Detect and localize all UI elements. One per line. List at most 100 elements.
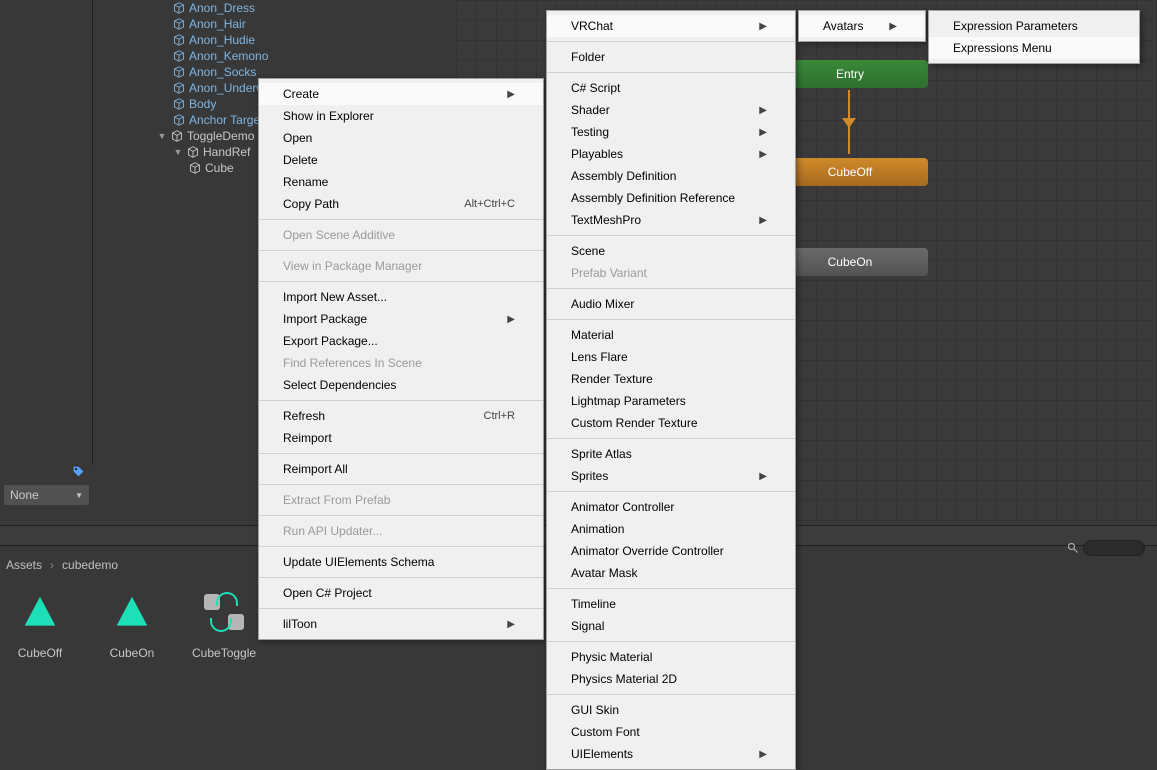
menu-item[interactable]: Animation — [547, 518, 795, 540]
menu-item-label: Assembly Definition — [571, 169, 676, 183]
menu-item-label: Expression Parameters — [953, 19, 1078, 33]
menu-item[interactable]: GUI Skin — [547, 699, 795, 721]
menu-item[interactable]: Lens Flare — [547, 346, 795, 368]
menu-item-label: Import New Asset... — [283, 290, 387, 304]
breadcrumb[interactable]: Assets › cubedemo — [6, 558, 118, 572]
menu-item[interactable]: Assembly Definition — [547, 165, 795, 187]
menu-item[interactable]: Signal — [547, 615, 795, 637]
hierarchy-item[interactable]: Anon_Kemono — [93, 48, 456, 64]
menu-item-label: TextMeshPro — [571, 213, 641, 227]
menu-item[interactable]: Create ▶ — [259, 83, 543, 105]
menu-item[interactable]: Delete — [259, 149, 543, 171]
menu-item[interactable]: Audio Mixer — [547, 293, 795, 315]
menu-item[interactable]: Scene — [547, 240, 795, 262]
context-menu-vrchat: Avatars▶ — [798, 10, 926, 42]
menu-separator — [547, 694, 795, 695]
menu-item-label: Reimport — [283, 431, 332, 445]
menu-item[interactable]: Show in Explorer — [259, 105, 543, 127]
menu-item-label: Open C# Project — [283, 586, 372, 600]
menu-item[interactable]: Reimport — [259, 427, 543, 449]
chevron-right-icon: › — [50, 558, 54, 572]
menu-item[interactable]: Avatars▶ — [799, 15, 925, 37]
menu-item[interactable]: Physics Material 2D — [547, 668, 795, 690]
chevron-right-icon: ▶ — [507, 89, 515, 100]
menu-item[interactable]: Import New Asset... — [259, 286, 543, 308]
hierarchy-item[interactable]: Anon_Dress — [93, 0, 456, 16]
menu-item[interactable]: Expressions Menu — [929, 37, 1139, 59]
menu-item[interactable]: Select Dependencies — [259, 374, 543, 396]
menu-item[interactable]: Custom Render Texture — [547, 412, 795, 434]
menu-item[interactable]: Custom Font — [547, 721, 795, 743]
menu-item[interactable]: Open C# Project — [259, 582, 543, 604]
animation-clip-icon — [23, 595, 57, 629]
breadcrumb-folder[interactable]: cubedemo — [62, 558, 118, 572]
menu-item[interactable]: Open — [259, 127, 543, 149]
menu-item-label: Delete — [283, 153, 318, 167]
layer-dropdown[interactable]: None ▼ — [4, 485, 89, 505]
menu-separator — [547, 288, 795, 289]
menu-item[interactable]: Playables▶ — [547, 143, 795, 165]
menu-item[interactable]: Animator Controller — [547, 496, 795, 518]
hierarchy-item[interactable]: Anon_Hair — [93, 16, 456, 32]
menu-item[interactable]: Testing▶ — [547, 121, 795, 143]
label-icon[interactable] — [0, 465, 93, 481]
menu-item-label: Copy Path — [283, 197, 339, 211]
menu-item[interactable]: Reimport All — [259, 458, 543, 480]
menu-item[interactable]: Lightmap Parameters — [547, 390, 795, 412]
prefab-cube-icon — [173, 114, 185, 126]
menu-item-label: Lens Flare — [571, 350, 628, 364]
menu-item: Prefab Variant — [547, 262, 795, 284]
menu-item[interactable]: UIElements▶ — [547, 743, 795, 765]
menu-item-label: Refresh — [283, 409, 325, 423]
hierarchy-item-label: Body — [189, 97, 216, 111]
menu-item[interactable]: Copy PathAlt+Ctrl+C — [259, 193, 543, 215]
menu-item[interactable]: C# Script — [547, 77, 795, 99]
menu-item[interactable]: Expression Parameters — [929, 15, 1139, 37]
context-menu-main: Create ▶ Show in Explorer Open Delete Ren… — [258, 78, 544, 640]
menu-item-label: Find References In Scene — [283, 356, 422, 370]
menu-item-label: Update UIElements Schema — [283, 555, 434, 569]
foldout-icon[interactable]: ▼ — [157, 131, 167, 141]
asset-label: CubeOff — [8, 646, 72, 660]
menu-item[interactable]: Assembly Definition Reference — [547, 187, 795, 209]
menu-item[interactable]: Sprites▶ — [547, 465, 795, 487]
menu-item[interactable]: lilToon▶ — [259, 613, 543, 635]
menu-separator — [547, 72, 795, 73]
menu-item[interactable]: VRChat▶ — [547, 15, 795, 37]
gameobject-cube-icon — [187, 146, 199, 158]
menu-item-label: Assembly Definition Reference — [571, 191, 735, 205]
menu-separator — [259, 453, 543, 454]
menu-item[interactable]: Animator Override Controller — [547, 540, 795, 562]
menu-item[interactable]: Avatar Mask — [547, 562, 795, 584]
foldout-icon[interactable]: ▼ — [173, 147, 183, 157]
menu-item[interactable]: Export Package... — [259, 330, 543, 352]
menu-item[interactable]: Timeline — [547, 593, 795, 615]
menu-item[interactable]: Material — [547, 324, 795, 346]
asset-item[interactable]: CubeToggle — [192, 584, 256, 660]
hierarchy-item-label: Cube — [205, 161, 234, 175]
hierarchy-item-label: Anon_Dress — [189, 1, 255, 15]
project-search-input[interactable] — [1083, 540, 1145, 556]
chevron-down-icon: ▼ — [75, 491, 83, 500]
menu-item[interactable]: Folder — [547, 46, 795, 68]
menu-item-label: lilToon — [283, 617, 317, 631]
menu-item-label: Create — [283, 87, 319, 101]
menu-item-label: Run API Updater... — [283, 524, 382, 538]
asset-item[interactable]: CubeOff — [8, 584, 72, 660]
menu-item-label: Avatar Mask — [571, 566, 637, 580]
breadcrumb-root[interactable]: Assets — [6, 558, 42, 572]
menu-item[interactable]: Sprite Atlas — [547, 443, 795, 465]
hierarchy-item[interactable]: Anon_Hudie — [93, 32, 456, 48]
menu-item[interactable]: Shader▶ — [547, 99, 795, 121]
menu-item[interactable]: Physic Material — [547, 646, 795, 668]
prefab-cube-icon — [173, 82, 185, 94]
menu-item[interactable]: Update UIElements Schema — [259, 551, 543, 573]
menu-item[interactable]: RefreshCtrl+R — [259, 405, 543, 427]
asset-label: CubeOn — [100, 646, 164, 660]
menu-item[interactable]: Render Texture — [547, 368, 795, 390]
menu-item[interactable]: Import Package▶ — [259, 308, 543, 330]
menu-item[interactable]: Rename — [259, 171, 543, 193]
menu-item[interactable]: TextMeshPro▶ — [547, 209, 795, 231]
menu-item-label: Shader — [571, 103, 610, 117]
asset-item[interactable]: CubeOn — [100, 584, 164, 660]
